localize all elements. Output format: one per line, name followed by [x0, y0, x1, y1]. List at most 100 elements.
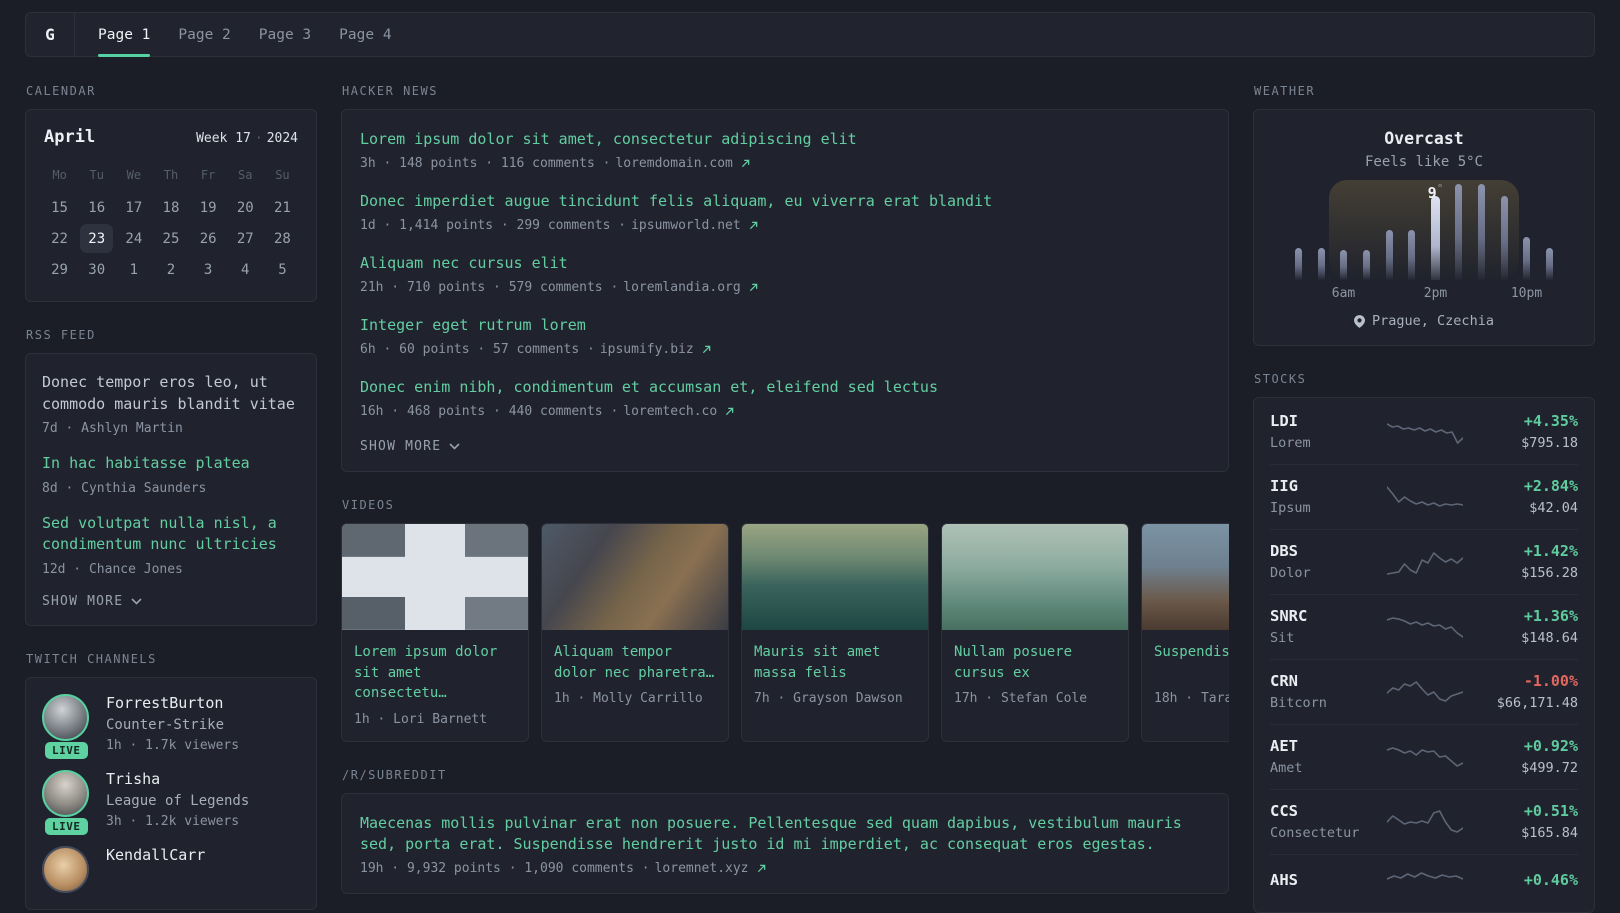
- stock-row[interactable]: IIG Ipsum +2.84% $42.04: [1270, 464, 1578, 529]
- reddit-meta-text: 19h · 9,932 points · 1,090 comments ·: [360, 860, 650, 876]
- calendar-day[interactable]: 28: [264, 223, 301, 254]
- video-card[interactable]: Nullam posuere cursus ex 17h · Stefan Co…: [941, 523, 1129, 742]
- twitch-widget: LIVE ForrestBurton Counter-Strike 1h · 1…: [25, 676, 317, 910]
- channel-name[interactable]: ForrestBurton: [106, 694, 239, 712]
- rss-item-title[interactable]: In hac habitasse platea: [42, 453, 300, 475]
- tab-page-4[interactable]: Page 4: [339, 13, 391, 56]
- stock-row[interactable]: LDI Lorem +4.35% $795.18: [1270, 400, 1578, 464]
- avatar: LIVE: [42, 769, 91, 835]
- external-link-icon: [741, 159, 750, 168]
- video-card[interactable]: Suspendisse diam 18h · Tara: [1141, 523, 1229, 742]
- rss-item: Sed volutpat nulla nisl, a condimentum n…: [42, 513, 300, 577]
- weather-location[interactable]: Prague, Czechia: [1272, 313, 1576, 329]
- tab-page-1[interactable]: Page 1: [98, 13, 151, 57]
- video-card[interactable]: Aliquam tempor dolor nec pharetra… 1h · …: [541, 523, 729, 742]
- video-card[interactable]: Mauris sit amet massa felis 7h · Grayson…: [741, 523, 929, 742]
- hn-story: Donec enim nibh, condimentum et accumsan…: [360, 377, 1210, 419]
- hn-story-domain-link[interactable]: loremdomain.com: [615, 156, 732, 171]
- calendar-day[interactable]: 4: [227, 254, 264, 285]
- hn-story-title[interactable]: Donec enim nibh, condimentum et accumsan…: [360, 377, 1210, 398]
- current-temp-label: 9°: [1428, 182, 1444, 202]
- stock-name: Ipsum: [1270, 500, 1311, 516]
- calendar-day[interactable]: 2: [152, 254, 189, 285]
- stock-ticker: CCS: [1270, 802, 1298, 820]
- hn-story-domain-link[interactable]: ipsumify.biz: [600, 342, 694, 357]
- external-link-icon: [749, 221, 757, 230]
- rss-item-title[interactable]: Sed volutpat nulla nisl, a condimentum n…: [42, 513, 300, 556]
- stock-row[interactable]: AET Amet +0.92% $499.72: [1270, 724, 1578, 789]
- channel-name[interactable]: KendallCarr: [106, 846, 205, 864]
- video-title[interactable]: Lorem ipsum dolor sit amet consectetu…: [354, 642, 516, 704]
- hn-story-domain-link[interactable]: loremtech.co: [623, 404, 717, 419]
- hn-story: Aliquam nec cursus elit 21h · 710 points…: [360, 253, 1210, 295]
- calendar-day[interactable]: 20: [227, 192, 264, 223]
- rss-show-more-button[interactable]: SHOW MORE: [42, 594, 300, 609]
- weather-hour-bar: [1478, 184, 1485, 280]
- hn-meta-text: 3h · 148 points · 116 comments ·: [360, 156, 611, 171]
- hn-meta-text: 1d · 1,414 points · 299 comments ·: [360, 218, 627, 233]
- stock-sparkline: [1370, 417, 1480, 447]
- calendar-day[interactable]: 27: [227, 223, 264, 254]
- hn-story-meta: 1d · 1,414 points · 299 comments · ipsumw…: [360, 218, 1210, 233]
- channel-name[interactable]: Trisha: [106, 770, 249, 788]
- reddit-post-domain-link[interactable]: loremnet.xyz: [655, 861, 749, 876]
- stock-price: $42.04: [1529, 500, 1578, 516]
- calendar-day[interactable]: 25: [152, 223, 189, 254]
- calendar-day[interactable]: 26: [190, 223, 227, 254]
- stock-row[interactable]: DBS Dolor +1.42% $156.28: [1270, 529, 1578, 594]
- hn-story-title[interactable]: Integer eget rutrum lorem: [360, 315, 1210, 336]
- video-card[interactable]: Lorem ipsum dolor sit amet consectetu… 1…: [341, 523, 529, 742]
- calendar-day[interactable]: 29: [41, 254, 78, 285]
- weekday-label: Tu: [89, 168, 104, 182]
- stock-row[interactable]: CCS Consectetur +0.51% $165.84: [1270, 789, 1578, 854]
- calendar-day[interactable]: 15: [41, 192, 78, 223]
- calendar-day[interactable]: 18: [152, 192, 189, 223]
- tab-page-2[interactable]: Page 2: [178, 13, 230, 56]
- twitch-channel-row[interactable]: KendallCarr: [42, 845, 300, 893]
- calendar-widget: April Week 17 · 2024 Mo Tu We Th Fr Sa Su 15 16 17 1…: [25, 109, 317, 302]
- calendar-day[interactable]: 5: [264, 254, 301, 285]
- hn-story-title[interactable]: Lorem ipsum dolor sit amet, consectetur …: [360, 129, 1210, 150]
- stock-price: $66,171.48: [1496, 695, 1578, 711]
- reddit-post-title[interactable]: Maecenas mollis pulvinar erat non posuer…: [360, 813, 1210, 855]
- calendar-day[interactable]: 23: [78, 223, 115, 254]
- calendar-day[interactable]: 22: [41, 223, 78, 254]
- video-title[interactable]: Mauris sit amet massa felis: [754, 642, 916, 683]
- hn-story-title[interactable]: Aliquam nec cursus elit: [360, 253, 1210, 274]
- twitch-channel-row[interactable]: LIVE Trisha League of Legends 3h · 1.2k …: [42, 769, 300, 835]
- video-meta: 7h · Grayson Dawson: [754, 691, 903, 706]
- rss-item: Donec tempor eros leo, ut commodo mauris…: [42, 372, 300, 436]
- hn-story-title[interactable]: Donec imperdiet augue tincidunt felis al…: [360, 191, 1210, 212]
- calendar-day[interactable]: 3: [190, 254, 227, 285]
- calendar-day[interactable]: 17: [115, 192, 152, 223]
- calendar-day[interactable]: 21: [264, 192, 301, 223]
- video-title[interactable]: Aliquam tempor dolor nec pharetra…: [554, 642, 716, 683]
- hn-story-meta: 16h · 468 points · 440 comments · loremte…: [360, 404, 1210, 419]
- twitch-section-title: TWITCH CHANNELS: [26, 651, 157, 666]
- app-logo[interactable]: G: [26, 13, 75, 56]
- videos-widget: Lorem ipsum dolor sit amet consectetu… 1…: [341, 523, 1229, 742]
- hn-show-more-button[interactable]: SHOW MORE: [360, 439, 1210, 454]
- stock-row[interactable]: AHS +0.46%: [1270, 854, 1578, 910]
- video-title[interactable]: Nullam posuere cursus ex: [954, 642, 1116, 683]
- calendar-day[interactable]: 16: [78, 192, 115, 223]
- channel-game: Counter-Strike: [106, 716, 225, 733]
- stock-ticker: LDI: [1270, 412, 1298, 430]
- calendar-day[interactable]: 19: [190, 192, 227, 223]
- stock-name: Amet: [1270, 760, 1303, 776]
- calendar-day[interactable]: 1: [115, 254, 152, 285]
- calendar-month: April: [44, 127, 96, 147]
- calendar-day[interactable]: 24: [115, 223, 152, 254]
- weekday-label: We: [126, 168, 142, 182]
- rss-item-title[interactable]: Donec tempor eros leo, ut commodo mauris…: [42, 372, 300, 415]
- twitch-channel-row[interactable]: LIVE ForrestBurton Counter-Strike 1h · 1…: [42, 693, 300, 759]
- stock-change: +4.35%: [1523, 412, 1578, 430]
- hn-story-domain-link[interactable]: loremlandia.org: [623, 280, 740, 295]
- stock-price: $148.64: [1521, 630, 1578, 646]
- stock-row[interactable]: SNRC Sit +1.36% $148.64: [1270, 594, 1578, 659]
- video-title[interactable]: Suspendisse diam: [1154, 642, 1229, 683]
- tab-page-3[interactable]: Page 3: [259, 13, 311, 56]
- calendar-day[interactable]: 30: [78, 254, 115, 285]
- stock-row[interactable]: CRN Bitcorn -1.00% $66,171.48: [1270, 659, 1578, 724]
- hn-story-domain-link[interactable]: ipsumworld.net: [631, 218, 741, 233]
